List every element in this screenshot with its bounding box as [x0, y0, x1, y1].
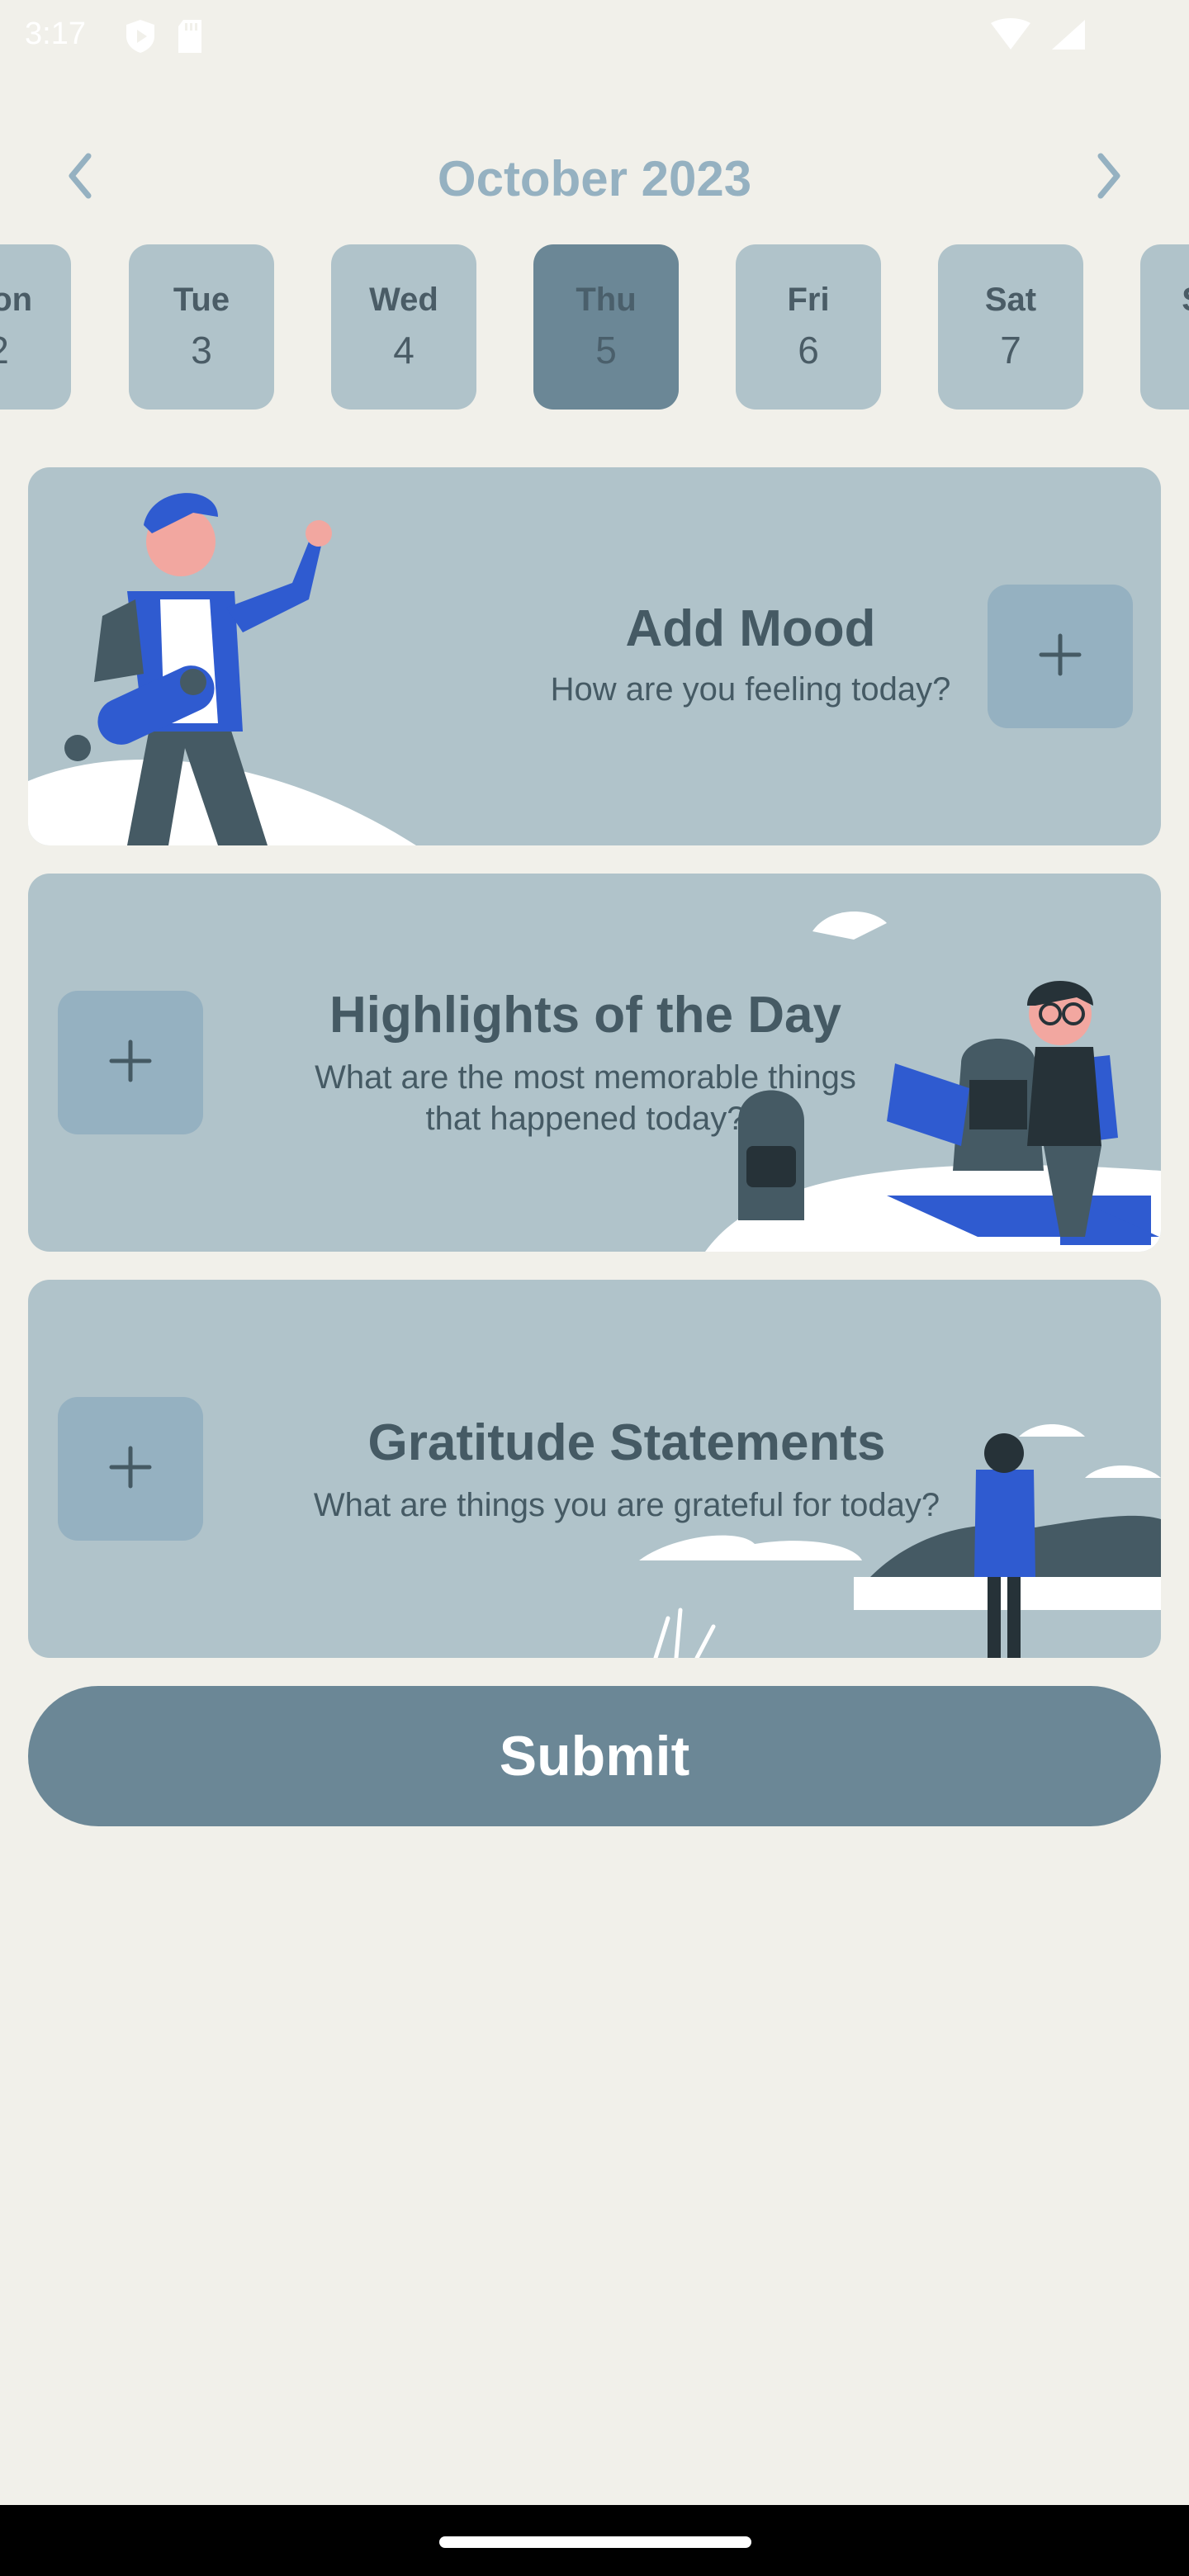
day-number: 4	[393, 329, 414, 372]
day-number: 5	[595, 329, 617, 372]
day-name: Tue	[173, 282, 230, 318]
plus-icon	[1038, 632, 1082, 681]
skateboarder-illustration	[28, 493, 416, 845]
day-name: Sat	[984, 282, 1037, 318]
month-title: October 2023	[437, 151, 752, 206]
sd-card-icon	[175, 18, 205, 63]
day-cell-fri[interactable]: Fri 6	[736, 244, 881, 410]
submit-button[interactable]: Submit	[28, 1686, 1161, 1826]
day-name: Wed	[369, 282, 438, 318]
add-gratitude-button[interactable]	[58, 1397, 203, 1541]
highlights-subtitle-line2: that happened today?	[425, 1101, 746, 1137]
signal-icon	[1050, 18, 1087, 59]
day-number: 6	[798, 329, 819, 372]
day-name: Sun	[1182, 277, 1189, 323]
highlights-subtitle-line1: What are the most memorable things	[315, 1059, 856, 1096]
wifi-icon	[989, 18, 1032, 59]
add-mood-subtitle: How are you feeling today?	[550, 671, 951, 708]
day-cell-mon[interactable]: Mon 2	[0, 244, 71, 410]
day-name: Mon	[0, 282, 33, 318]
gratitude-title: Gratitude Statements	[367, 1414, 886, 1471]
day-cell-sat[interactable]: Sat 7	[938, 244, 1083, 410]
next-month-button[interactable]	[1072, 140, 1146, 215]
day-cell-tue[interactable]: Tue 3	[129, 244, 274, 410]
home-indicator[interactable]	[439, 2536, 751, 2548]
status-bar: 3:17	[0, 0, 1189, 71]
plus-icon	[108, 1039, 153, 1087]
day-cell-thu-selected[interactable]: Thu 5	[533, 244, 679, 410]
day-selector: Mon 2 Tue 3 Wed 4 Thu 5 Fri 6 Sat 7 Sun …	[0, 244, 1189, 410]
day-name: Thu	[576, 282, 637, 318]
gratitude-card[interactable]: Gratitude Statements What are things you…	[28, 1280, 1161, 1658]
highlights-card[interactable]: Highlights of the Day What are the most …	[28, 874, 1161, 1252]
add-mood-card[interactable]: Add Mood How are you feeling today?	[28, 467, 1161, 845]
add-mood-button[interactable]	[988, 585, 1133, 728]
shield-play-icon	[124, 18, 157, 63]
add-mood-title: Add Mood	[625, 600, 876, 657]
day-name: Fri	[787, 282, 830, 318]
plus-icon	[108, 1445, 153, 1494]
month-header: October 2023	[0, 124, 1189, 231]
chevron-right-icon	[1092, 151, 1125, 205]
day-number: 3	[191, 329, 212, 372]
day-number: 7	[1000, 329, 1021, 372]
gratitude-subtitle: What are things you are grateful for tod…	[313, 1487, 940, 1523]
add-highlights-button[interactable]	[58, 991, 203, 1134]
day-cell-wed[interactable]: Wed 4	[331, 244, 476, 410]
highlights-title: Highlights of the Day	[329, 987, 841, 1044]
day-number: 2	[0, 323, 9, 377]
day-cell-sun[interactable]: Sun 8	[1140, 244, 1189, 410]
status-time: 3:17	[25, 17, 86, 51]
